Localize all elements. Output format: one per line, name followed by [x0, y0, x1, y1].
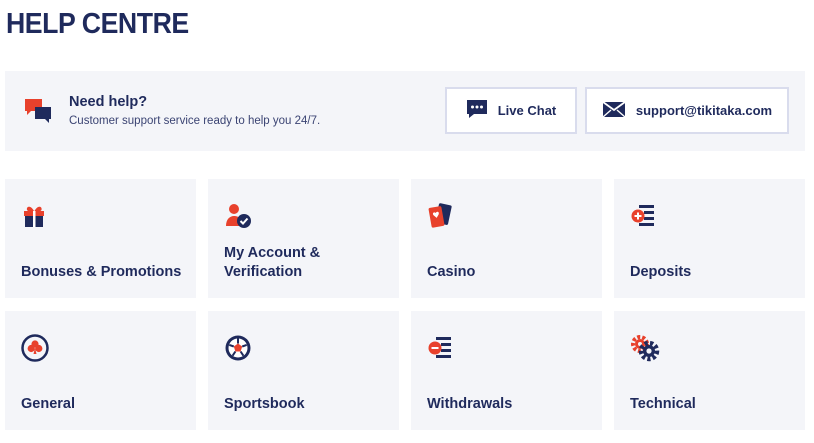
page-title: HELP CENTRE: [6, 8, 189, 40]
card-label: Bonuses & Promotions: [21, 264, 182, 280]
card-label: Technical: [630, 396, 696, 412]
help-title: Need help?: [69, 94, 148, 110]
email-support-button[interactable]: support@tikitaka.com: [585, 87, 789, 134]
category-card-casino[interactable]: Casino: [411, 179, 602, 298]
help-subtitle: Customer support service ready to help y…: [69, 115, 321, 127]
playing-cards-icon: [427, 202, 455, 230]
clover-icon: [21, 334, 49, 362]
football-icon: [224, 334, 252, 362]
gear-icon: [630, 334, 660, 362]
user-check-icon: [224, 202, 252, 230]
card-label: Withdrawals: [427, 396, 513, 412]
card-label: Casino: [427, 264, 476, 280]
envelope-icon: [602, 100, 626, 121]
card-label: My Account & Verification: [224, 245, 321, 280]
live-chat-label: Live Chat: [497, 103, 557, 118]
help-banner: Need help? Customer support service read…: [5, 71, 805, 151]
category-card-bonuses[interactable]: Bonuses & Promotions: [5, 179, 196, 298]
category-card-deposits[interactable]: Deposits: [614, 179, 805, 298]
withdrawal-icon: [427, 334, 455, 362]
category-card-account[interactable]: My Account & Verification: [208, 179, 399, 298]
card-label: Deposits: [630, 264, 692, 280]
category-card-sportsbook[interactable]: Sportsbook: [208, 311, 399, 430]
card-label: Sportsbook: [224, 396, 305, 412]
email-label: support@tikitaka.com: [635, 103, 773, 118]
category-card-general[interactable]: General: [5, 311, 196, 430]
category-card-technical[interactable]: Technical: [614, 311, 805, 430]
category-card-withdrawals[interactable]: Withdrawals: [411, 311, 602, 430]
live-chat-button[interactable]: Live Chat: [445, 87, 577, 134]
card-label: General: [21, 396, 75, 412]
deposit-icon: [630, 202, 658, 230]
gift-icon: [21, 202, 49, 230]
chat-bubbles-icon: [24, 98, 52, 124]
chat-icon: [466, 99, 488, 122]
